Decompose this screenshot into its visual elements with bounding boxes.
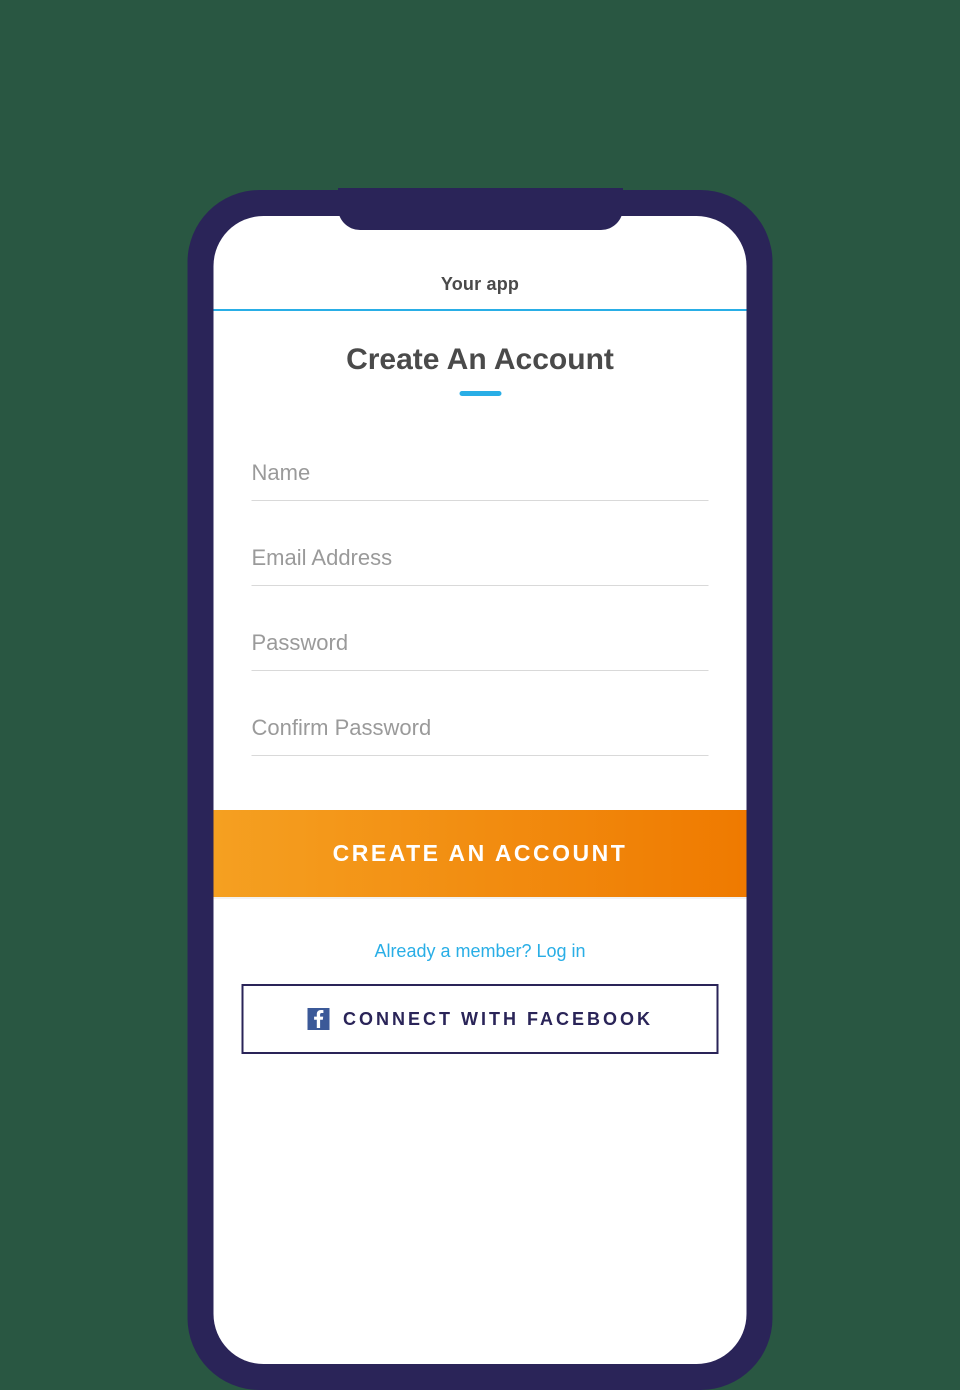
email-field-wrapper: [252, 539, 709, 586]
password-input[interactable]: [252, 624, 709, 671]
confirm-password-input[interactable]: [252, 709, 709, 756]
name-field-wrapper: [252, 454, 709, 501]
app-title: Your app: [214, 274, 747, 295]
app-screen: Your app Create An Account CREATE AN ACC…: [214, 216, 747, 1364]
header-divider: [214, 309, 747, 311]
facebook-connect-button[interactable]: CONNECT WITH FACEBOOK: [242, 984, 719, 1054]
facebook-icon: [307, 1008, 329, 1030]
page-heading: Create An Account: [214, 343, 747, 396]
login-link[interactable]: Already a member? Log in: [214, 941, 747, 962]
name-input[interactable]: [252, 454, 709, 501]
create-account-button[interactable]: CREATE AN ACCOUNT: [214, 810, 747, 897]
facebook-button-label: CONNECT WITH FACEBOOK: [343, 1009, 653, 1030]
phone-frame: Your app Create An Account CREATE AN ACC…: [188, 190, 773, 1390]
email-input[interactable]: [252, 539, 709, 586]
password-field-wrapper: [252, 624, 709, 671]
phone-notch: [338, 188, 623, 230]
signup-form: [214, 396, 747, 756]
page-title: Create An Account: [214, 343, 747, 377]
app-header: Your app: [214, 216, 747, 311]
confirm-password-field-wrapper: [252, 709, 709, 756]
